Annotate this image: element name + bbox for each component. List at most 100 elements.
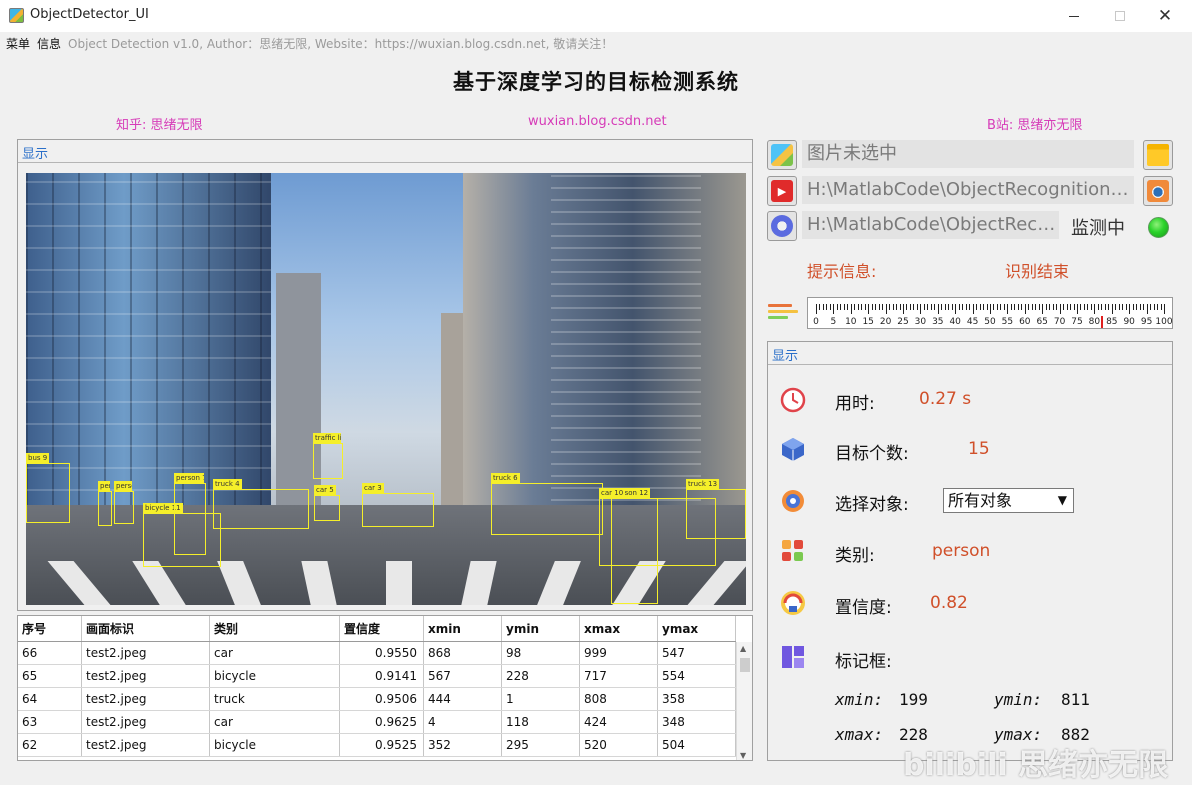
ruler-tick-label: 40: [949, 317, 961, 327]
video-path-field[interactable]: H:\MatlabCode\ObjectRecognitionY…: [802, 176, 1134, 204]
bilibili-link[interactable]: B站: 思绪亦无限: [987, 114, 1082, 133]
dropdown-arrow-icon[interactable]: ▼: [1058, 489, 1067, 512]
progress-bars-icon: [768, 304, 798, 324]
ruler-tick: [1021, 304, 1023, 310]
ruler-tick: [854, 304, 856, 310]
close-button[interactable]: ✕: [1142, 0, 1188, 32]
camera-icon: [1147, 180, 1169, 202]
ruler-tick: [1052, 304, 1054, 310]
table-cell: 444: [424, 688, 502, 710]
ruler-tick: [1017, 304, 1019, 310]
crosswalk-stripe: [687, 561, 746, 605]
column-header[interactable]: 类别: [210, 616, 340, 641]
table-row[interactable]: 64 test2.jpeg truck 0.9506 444 1 808 358: [18, 688, 736, 711]
open-camera-button[interactable]: [1143, 176, 1173, 206]
table-scrollbar[interactable]: ▲ ▼: [736, 642, 752, 760]
ruler-tick: [920, 304, 922, 314]
menu-bar: 菜单 信息 Object Detection v1.0, Author：思绪无限…: [0, 32, 1192, 52]
menu-item-info[interactable]: 信息: [37, 35, 61, 52]
ruler-tick: [1063, 304, 1065, 310]
clock-icon: [778, 384, 808, 414]
ruler-tick-label: 85: [1106, 317, 1118, 327]
crosswalk-stripe: [47, 561, 111, 605]
column-header[interactable]: ymin: [502, 616, 580, 641]
video-play-icon: ▶: [771, 180, 793, 202]
zhihu-link[interactable]: 知乎: 思绪无限: [116, 114, 203, 133]
detection-box: person 8: [98, 481, 112, 526]
object-select[interactable]: 所有对象 ▼: [943, 488, 1074, 513]
detection-box-label: truck 13: [686, 479, 720, 490]
open-folder-button[interactable]: [1143, 140, 1173, 170]
table-row[interactable]: 65 test2.jpeg bicycle 0.9141 567 228 717…: [18, 665, 736, 688]
table-cell: 118: [502, 711, 580, 733]
ruler-tick-label: 35: [932, 317, 944, 327]
model-icon: [771, 215, 793, 237]
select-image-button[interactable]: [767, 140, 797, 170]
confidence-label: 置信度:: [835, 598, 892, 618]
ruler-tick: [1118, 304, 1120, 310]
detection-box-label: person 8: [98, 481, 110, 492]
ruler-tick: [1153, 304, 1155, 310]
table-cell: 424: [580, 711, 658, 733]
ruler-tick: [847, 304, 849, 310]
column-header[interactable]: xmin: [424, 616, 502, 641]
select-video-button[interactable]: ▶: [767, 176, 797, 206]
detection-box: person 7: [174, 473, 206, 555]
column-header[interactable]: ymax: [658, 616, 736, 641]
column-header[interactable]: 画面标识: [82, 616, 210, 641]
ruler-tick: [1031, 304, 1033, 310]
detection-box: person 2: [114, 481, 134, 524]
title-bar: ObjectDetector_UI ✕: [0, 0, 1192, 32]
image-path-field[interactable]: 图片未选中: [802, 140, 1134, 168]
table-cell: 348: [658, 711, 736, 733]
class-value: person: [932, 541, 991, 561]
ruler-tick: [934, 304, 936, 310]
column-header[interactable]: xmax: [580, 616, 658, 641]
table-row[interactable]: 62 test2.jpeg bicycle 0.9525 352 295 520…: [18, 734, 736, 757]
xmax-label: xmax:: [835, 725, 884, 744]
ruler-tick: [1164, 304, 1165, 314]
table-cell: 228: [502, 665, 580, 687]
minimize-button[interactable]: [1051, 0, 1097, 32]
detection-box: traffic light 1: [313, 433, 343, 479]
camera-path-field[interactable]: H:\MatlabCode\ObjectReco…: [802, 211, 1059, 239]
gear-icon: [778, 486, 808, 516]
scroll-down-icon[interactable]: ▼: [740, 751, 746, 760]
column-header[interactable]: 置信度: [340, 616, 424, 641]
ruler-tick: [1070, 304, 1072, 310]
crosswalk-stripe: [537, 561, 581, 605]
ruler-tick: [969, 304, 971, 310]
column-header[interactable]: 序号: [18, 616, 82, 641]
author-info-text: Object Detection v1.0, Author：思绪无限, Webs…: [68, 37, 614, 51]
maximize-button[interactable]: [1097, 0, 1143, 32]
ruler-tick: [864, 304, 866, 310]
blog-link[interactable]: wuxian.blog.csdn.net: [528, 114, 667, 129]
ruler-tick: [882, 304, 884, 310]
select-model-button[interactable]: [767, 211, 797, 241]
detection-box-label: person 7: [174, 473, 204, 484]
ruler-tick-label: 15: [862, 317, 874, 327]
scroll-thumb[interactable]: [740, 658, 750, 672]
menu-item-menu[interactable]: 菜单: [6, 35, 30, 52]
ruler-tick: [941, 304, 943, 310]
ruler-tick: [923, 304, 925, 310]
ruler-tick: [1042, 304, 1044, 314]
ruler-tick: [826, 304, 828, 310]
table-cell: test2.jpeg: [82, 665, 210, 687]
scene-building-right-windows: [551, 173, 701, 513]
table-row[interactable]: 66 test2.jpeg car 0.9550 868 98 999 547: [18, 642, 736, 665]
table-cell: test2.jpeg: [82, 734, 210, 756]
ruler-tick-label: 100: [1155, 317, 1173, 327]
page-title: 基于深度学习的目标检测系统: [453, 69, 739, 94]
ruler-tick: [1045, 304, 1047, 310]
display-panel-legend: 显示: [22, 147, 49, 162]
table-row[interactable]: 63 test2.jpeg car 0.9625 4 118 424 348: [18, 711, 736, 734]
ruler-tick-label: 50: [984, 317, 996, 327]
folder-icon: [1147, 144, 1169, 166]
ruler-tick: [1077, 304, 1078, 314]
table-cell: test2.jpeg: [82, 711, 210, 733]
ruler-tick: [944, 304, 946, 310]
cube-icon: [778, 434, 808, 464]
table-cell: 547: [658, 642, 736, 664]
scroll-up-icon[interactable]: ▲: [740, 644, 746, 653]
